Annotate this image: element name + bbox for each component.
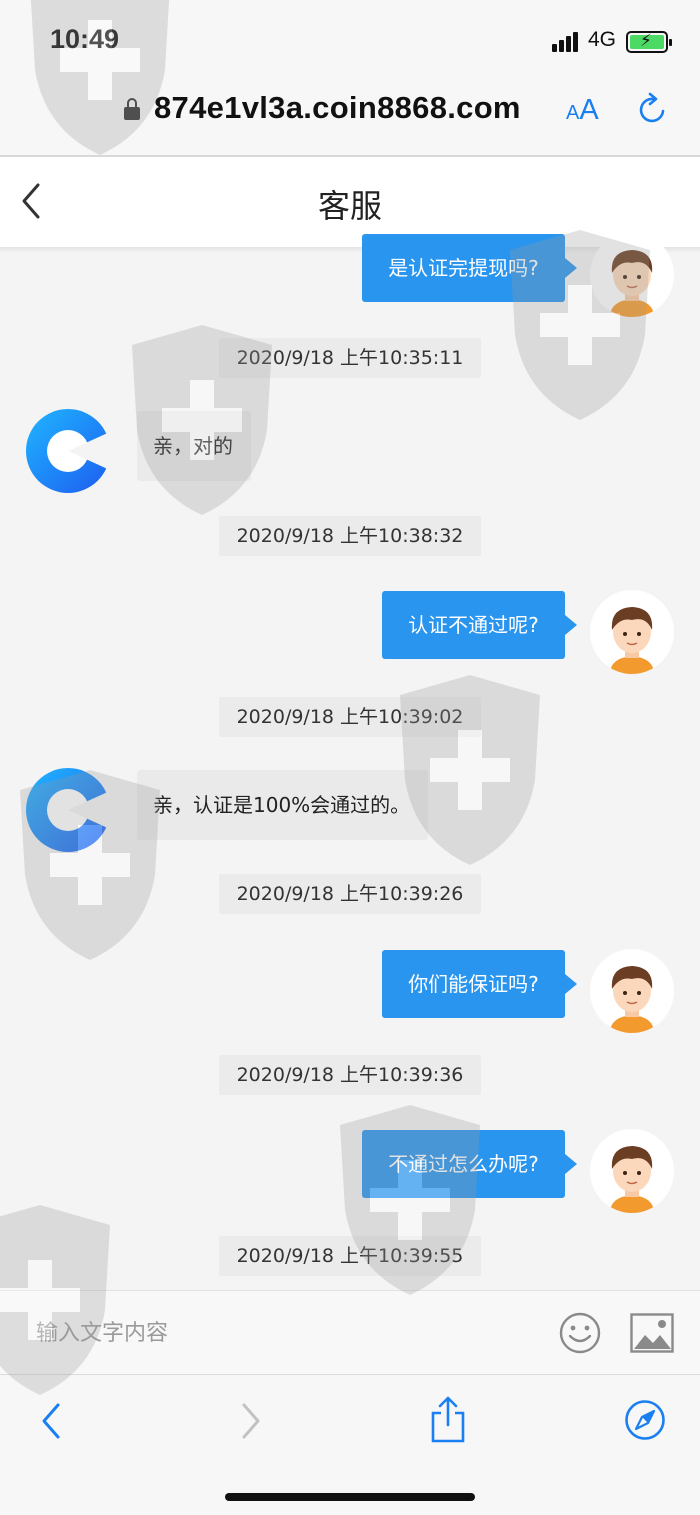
image-icon[interactable]: [630, 1313, 674, 1353]
service-logo-avatar: [26, 409, 112, 493]
service-logo-avatar: [26, 768, 112, 852]
message-input[interactable]: [36, 1311, 516, 1355]
page-title: 客服: [317, 187, 382, 225]
user-avatar: [590, 590, 674, 674]
message-bubble-outgoing: 不通过怎么办呢?: [362, 1130, 577, 1198]
signal-icon: [552, 30, 582, 52]
message-timestamp: 2020/9/18 上午10:39:36: [219, 1055, 481, 1095]
share-icon[interactable]: [428, 1395, 468, 1443]
text-size-button[interactable]: AA: [566, 94, 599, 127]
message-timestamp: 2020/9/18 上午10:35:11: [219, 338, 481, 378]
status-time: 10:49: [50, 24, 120, 54]
url-text[interactable]: 874e1vl3a.coin8868.com: [154, 90, 521, 126]
home-indicator: [225, 1493, 475, 1501]
lock-icon: [124, 98, 140, 120]
browser-toolbar: [0, 1374, 700, 1515]
message-bubble-outgoing: 你们能保证吗?: [382, 950, 577, 1018]
user-avatar: [590, 233, 674, 317]
network-type: 4G: [588, 28, 617, 51]
message-input-bar: [0, 1290, 700, 1374]
message-bubble-outgoing: 认证不通过呢?: [382, 591, 577, 659]
message-bubble-incoming: 亲，认证是100%会通过的。: [137, 770, 429, 840]
message-timestamp: 2020/9/18 上午10:38:32: [219, 516, 481, 556]
message-timestamp: 2020/9/18 上午10:39:02: [219, 697, 481, 737]
user-avatar: [590, 1129, 674, 1213]
message-timestamp: 2020/9/18 上午10:39:55: [219, 1236, 481, 1276]
reload-icon[interactable]: [636, 92, 670, 126]
chat-header: 客服: [0, 157, 700, 247]
compass-icon[interactable]: [624, 1399, 666, 1441]
browser-back-icon[interactable]: [34, 1401, 70, 1441]
message-bubble-outgoing: 是认证完提现吗?: [362, 234, 577, 302]
message-timestamp: 2020/9/18 上午10:39:26: [219, 874, 481, 914]
address-bar[interactable]: 874e1vl3a.coin8868.com AA: [0, 82, 700, 156]
user-avatar: [590, 949, 674, 1033]
browser-forward-icon[interactable]: [232, 1401, 268, 1441]
battery-icon: ⚡: [626, 31, 672, 53]
message-bubble-incoming: 亲，对的: [137, 411, 251, 481]
status-bar: 10:49 4G ⚡: [0, 0, 700, 82]
emoji-icon[interactable]: [558, 1311, 602, 1355]
